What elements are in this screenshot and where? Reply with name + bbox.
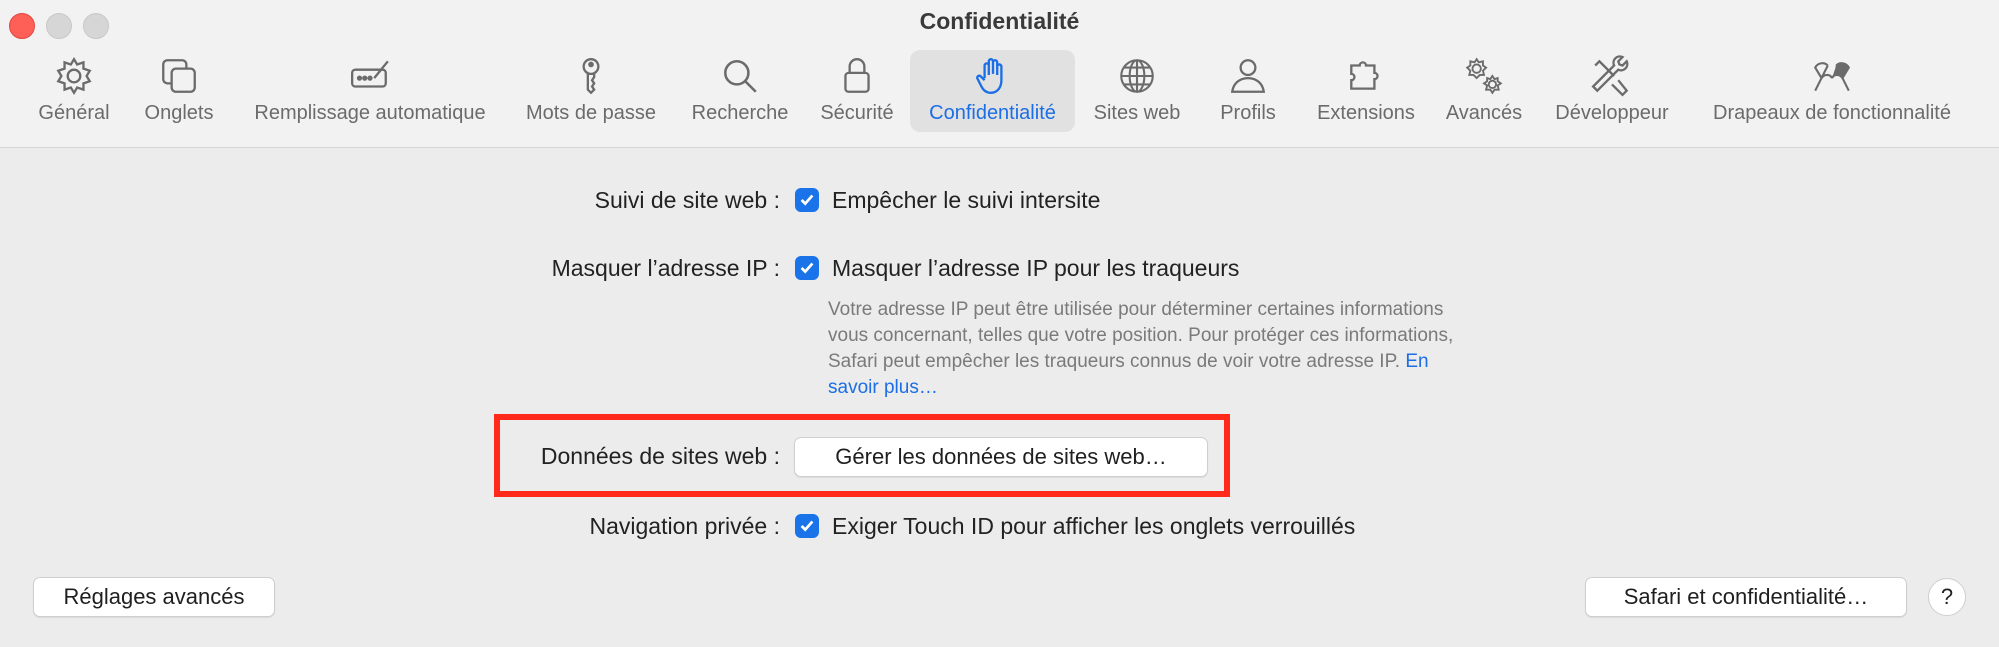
manage-website-data-button[interactable]: Gérer les données de sites web… (794, 437, 1208, 477)
search-icon (718, 54, 762, 98)
tools-icon (1590, 54, 1634, 98)
tab-developer[interactable]: Développeur (1546, 50, 1678, 132)
globe-icon (1115, 54, 1159, 98)
tab-label: Onglets (144, 102, 214, 124)
advanced-settings-button[interactable]: Réglages avancés (33, 577, 275, 617)
lock-icon (835, 54, 879, 98)
tab-extensions[interactable]: Extensions (1306, 50, 1426, 132)
tab-label: Recherche (691, 102, 789, 124)
tab-advanced[interactable]: Avancés (1438, 50, 1530, 132)
tab-passwords[interactable]: Mots de passe (516, 50, 666, 132)
window-title: Confidentialité (919, 8, 1080, 34)
tab-label: Confidentialité (929, 102, 1056, 124)
tracking-option-label[interactable]: Empêcher le suivi intersite (832, 187, 1100, 214)
tab-label: Mots de passe (525, 102, 657, 124)
tab-feature-flags[interactable]: Drapeaux de fonctionnalité (1698, 50, 1966, 132)
private-browsing-label: Navigation privée : (589, 513, 781, 539)
tab-general[interactable]: Général (30, 50, 118, 132)
tab-privacy[interactable]: Confidentialité (910, 50, 1075, 132)
flags-icon (1810, 54, 1854, 98)
tab-websites[interactable]: Sites web (1086, 50, 1188, 132)
tab-label: Drapeaux de fonctionnalité (1713, 102, 1951, 124)
person-icon (1226, 54, 1270, 98)
hide-ip-label: Masquer l’adresse IP : (551, 255, 780, 281)
key-icon (569, 54, 613, 98)
preferences-window: Confidentialité Général Onglets Rempliss… (0, 0, 1999, 647)
tracking-label: Suivi de site web : (594, 187, 780, 213)
tab-search[interactable]: Recherche (684, 50, 796, 132)
puzzle-icon (1344, 54, 1388, 98)
website-data-label: Données de sites web : (540, 443, 780, 469)
hide-ip-checkbox[interactable] (795, 256, 819, 280)
hand-icon (971, 54, 1015, 98)
private-browsing-checkbox[interactable] (795, 514, 819, 538)
tab-label: Avancés (1445, 102, 1523, 124)
tab-label: Remplissage automatique (254, 102, 486, 124)
safari-privacy-button[interactable]: Safari et confidentialité… (1585, 577, 1907, 617)
hide-ip-option-label[interactable]: Masquer l’adresse IP pour les traqueurs (832, 255, 1239, 282)
description-text: Votre adresse IP peut être utilisée pour… (828, 299, 1454, 372)
private-browsing-option-label[interactable]: Exiger Touch ID pour afficher les onglet… (832, 513, 1355, 540)
tab-label: Profils (1220, 102, 1276, 124)
tab-onglets[interactable]: Onglets (138, 50, 220, 132)
tabs-icon (157, 54, 201, 98)
toolbar: Confidentialité Général Onglets Rempliss… (0, 0, 1999, 148)
tab-autofill[interactable]: Remplissage automatique (240, 50, 500, 132)
tab-label: Sécurité (820, 102, 894, 124)
autofill-icon (348, 54, 392, 98)
tab-label: Général (38, 102, 110, 124)
help-button[interactable]: ? (1928, 578, 1966, 616)
tab-label: Sites web (1093, 102, 1181, 124)
hide-ip-description: Votre adresse IP peut être utilisée pour… (828, 297, 1468, 401)
gear-icon (52, 54, 96, 98)
gears-icon (1462, 54, 1506, 98)
tab-profiles[interactable]: Profils (1208, 50, 1288, 132)
tab-security[interactable]: Sécurité (812, 50, 902, 132)
tab-label: Développeur (1555, 102, 1669, 124)
tracking-checkbox[interactable] (795, 188, 819, 212)
tab-label: Extensions (1317, 102, 1415, 124)
